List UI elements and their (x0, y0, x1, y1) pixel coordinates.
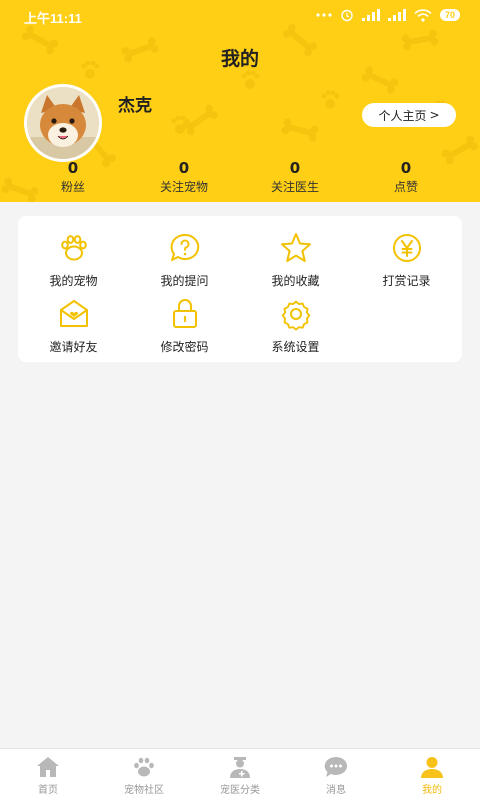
chevron-right-icon: > (429, 108, 440, 122)
stat-label: 粉丝 (60, 180, 85, 194)
stat-label: 关注宠物 (159, 180, 208, 194)
nav-label: 宠物社区 (124, 785, 164, 796)
menu-label: 打赏记录 (382, 274, 431, 288)
menu-my-questions[interactable]: 我的提问 (129, 230, 240, 289)
menu-invite-friends[interactable]: 邀请好友 (18, 296, 129, 355)
avatar[interactable] (24, 84, 102, 162)
nav-pet-community[interactable]: 宠物社区 (96, 749, 192, 800)
doctor-icon (230, 757, 250, 778)
stat-value: 0 (400, 159, 412, 177)
personal-homepage-button[interactable]: 个人主页 > (362, 103, 456, 127)
nav-vet-categories[interactable]: 宠医分类 (192, 749, 288, 800)
stat-followed-doctors[interactable]: 0 关注医生 (240, 158, 350, 196)
nav-label: 我的 (422, 785, 442, 796)
menu-system-settings[interactable]: 系统设置 (240, 296, 351, 355)
stat-fans[interactable]: 0 粉丝 (18, 158, 128, 196)
menu-label: 我的收藏 (271, 274, 320, 288)
alarm-icon (341, 9, 353, 22)
menu-my-favorites[interactable]: 我的收藏 (240, 230, 351, 289)
signal-icon (361, 9, 380, 21)
personal-homepage-label: 个人主页 (378, 108, 427, 123)
stat-value: 0 (67, 159, 79, 177)
nav-mine[interactable]: 我的 (384, 749, 480, 800)
question-bubble-icon (170, 233, 199, 261)
nav-label: 首页 (38, 785, 58, 796)
menu-reward-records[interactable]: 打赏记录 (351, 230, 462, 289)
menu-label: 修改密码 (160, 340, 209, 354)
stat-value: 0 (178, 159, 190, 177)
paw-icon (134, 757, 154, 777)
star-icon (280, 233, 311, 262)
profile-header: 上午11:11 70 我的 杰克 个人主页 > 0 粉丝 0 关注宠物 0 关注… (0, 0, 480, 202)
username: 杰克 (118, 96, 152, 116)
page-title: 我的 (220, 48, 259, 70)
status-icons: 70 (316, 8, 460, 22)
menu-label: 系统设置 (271, 340, 320, 354)
lock-icon (172, 299, 197, 328)
stat-followed-pets[interactable]: 0 关注宠物 (129, 158, 239, 196)
menu-label: 邀请好友 (49, 340, 98, 354)
menu-label: 我的提问 (160, 274, 209, 288)
person-icon (421, 757, 443, 778)
nav-home[interactable]: 首页 (0, 749, 96, 800)
stat-label: 点赞 (393, 180, 418, 194)
nav-label: 消息 (326, 785, 346, 796)
battery-indicator: 70 (439, 9, 460, 21)
menu-label: 我的宠物 (49, 274, 98, 288)
dog-avatar-image (27, 87, 99, 159)
invite-envelope-icon (59, 300, 88, 327)
stat-value: 0 (289, 159, 301, 177)
chat-icon (324, 756, 348, 777)
paw-icon (60, 235, 87, 261)
status-time: 上午11:11 (24, 11, 82, 26)
home-icon (37, 757, 59, 777)
stat-likes[interactable]: 0 点赞 (351, 158, 461, 196)
status-bar: 上午11:11 70 (0, 0, 480, 32)
nav-label: 宠医分类 (220, 785, 260, 796)
stat-label: 关注医生 (270, 180, 319, 194)
menu-change-password[interactable]: 修改密码 (129, 296, 240, 355)
bottom-navigation: 首页 宠物社区 宠医分类 消息 我的 (0, 748, 480, 800)
menu-my-pets[interactable]: 我的宠物 (18, 230, 129, 289)
yen-coin-icon (392, 234, 421, 262)
signal-icon-2 (387, 9, 406, 21)
nav-messages[interactable]: 消息 (288, 749, 384, 800)
wifi-icon (414, 8, 432, 22)
function-menu-card: 我的宠物 我的提问 我的收藏 打赏记录 邀请好友 修改密码 系统设置 (18, 216, 462, 362)
more-dots-icon (316, 13, 332, 17)
gear-icon (281, 300, 310, 331)
